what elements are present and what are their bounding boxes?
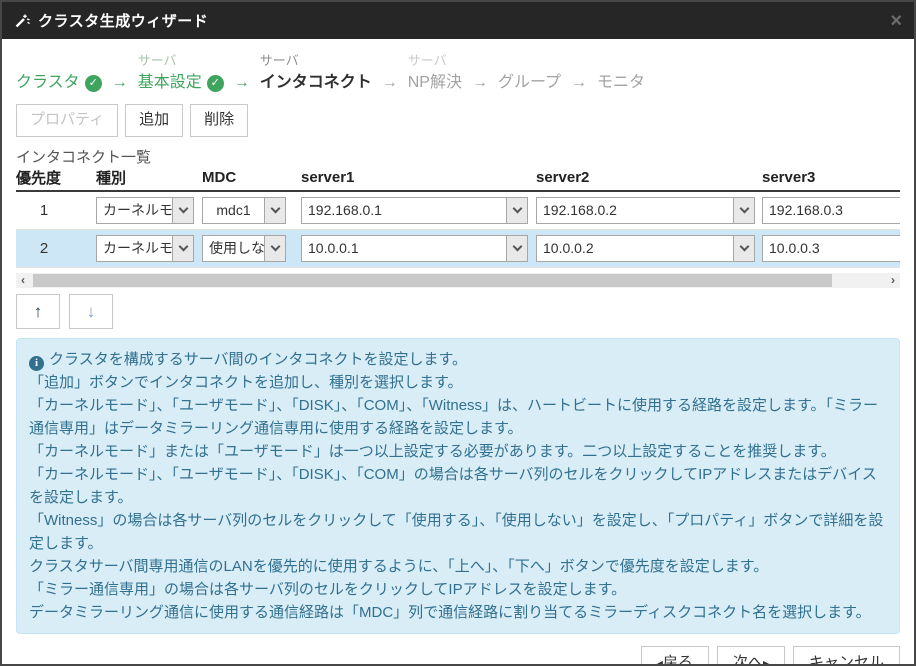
step-group: グループ bbox=[498, 51, 561, 95]
scrollbar-thumb[interactable] bbox=[33, 274, 832, 287]
chevron-down-icon[interactable] bbox=[506, 236, 527, 261]
chevron-down-icon[interactable] bbox=[172, 236, 193, 261]
mdc-select[interactable]: mdc1 bbox=[202, 197, 286, 224]
header-type: 種別 bbox=[96, 167, 194, 188]
info-line: 「追加」ボタンでインタコネクトを追加し、種別を選択します。 bbox=[29, 371, 887, 394]
step-group-label: サーバ bbox=[260, 51, 372, 71]
step-arrow-icon: → bbox=[372, 71, 408, 95]
step-label: NP解決 bbox=[408, 71, 462, 95]
step-arrow-icon: → bbox=[561, 71, 597, 95]
step-label: クラスタ bbox=[16, 71, 80, 95]
step-arrow-icon: → bbox=[102, 71, 138, 95]
interconnect-list-label: インタコネクト一覧 bbox=[16, 146, 900, 166]
reorder-buttons: ↑ ↓ bbox=[16, 294, 900, 329]
down-arrow-icon: ↓ bbox=[87, 302, 96, 321]
server3-select[interactable]: 10.0.0.3 bbox=[762, 235, 900, 262]
wizard-steps: クラスタ ✓ → サーバ 基本設定 ✓ → サーバ インタコネクト → サーバ NP… bbox=[16, 51, 900, 95]
cluster-generation-wizard-dialog: クラスタ生成ウィザード × クラスタ ✓ → サーバ 基本設定 ✓ → サーバ イン… bbox=[0, 0, 916, 666]
step-group-label bbox=[16, 51, 102, 71]
header-mdc: MDC bbox=[202, 169, 286, 186]
step-group-label bbox=[498, 51, 561, 71]
table-row-selected[interactable]: 2 カーネルモード 使用しない 10.0.0.1 10.0.0.2 bbox=[16, 230, 900, 268]
up-arrow-icon: ↑ bbox=[34, 302, 43, 321]
step-label: インタコネクト bbox=[260, 71, 372, 95]
dialog-title: クラスタ生成ウィザード bbox=[38, 10, 208, 31]
delete-button[interactable]: 削除 bbox=[190, 104, 248, 137]
wizard-wand-icon bbox=[14, 13, 30, 29]
step-cluster[interactable]: クラスタ ✓ bbox=[16, 51, 102, 95]
step-interconnect: サーバ インタコネクト bbox=[260, 51, 372, 95]
server1-select[interactable]: 192.168.0.1 bbox=[301, 197, 528, 224]
step-monitor: モニタ bbox=[597, 51, 645, 95]
chevron-down-icon[interactable] bbox=[733, 198, 754, 223]
step-group-label: サーバ bbox=[138, 51, 224, 71]
titlebar: クラスタ生成ウィザード × bbox=[2, 2, 914, 39]
step-label: モニタ bbox=[597, 71, 645, 95]
priority-cell: 2 bbox=[16, 240, 72, 257]
mdc-select[interactable]: 使用しない bbox=[202, 235, 286, 262]
property-button[interactable]: プロパティ bbox=[16, 104, 118, 137]
header-server2: server2 bbox=[536, 169, 755, 186]
server2-select[interactable]: 192.168.0.2 bbox=[536, 197, 755, 224]
chevron-down-icon[interactable] bbox=[733, 236, 754, 261]
step-label: 基本設定 bbox=[138, 71, 202, 95]
step-arrow-icon: → bbox=[462, 71, 498, 95]
cancel-button[interactable]: キャンセル bbox=[793, 646, 900, 666]
type-select[interactable]: カーネルモード bbox=[96, 197, 194, 224]
server2-select[interactable]: 10.0.0.2 bbox=[536, 235, 755, 262]
info-line: クラスタサーバ間専用通信のLANを優先的に使用するように、「上へ」、「下へ」ボタ… bbox=[29, 555, 887, 578]
header-server3: server3 bbox=[762, 169, 900, 186]
check-icon: ✓ bbox=[85, 75, 102, 92]
scroll-right-icon[interactable]: › bbox=[891, 273, 895, 288]
info-box: iクラスタを構成するサーバ間のインタコネクトを設定します。 「追加」ボタンでイン… bbox=[16, 338, 900, 634]
step-np-resolution: サーバ NP解決 bbox=[408, 51, 462, 95]
header-priority: 優先度 bbox=[16, 167, 72, 188]
check-icon: ✓ bbox=[207, 75, 224, 92]
server3-select[interactable]: 192.168.0.3 bbox=[762, 197, 900, 224]
server1-select[interactable]: 10.0.0.1 bbox=[301, 235, 528, 262]
chevron-down-icon[interactable] bbox=[264, 236, 285, 261]
scroll-left-icon[interactable]: ‹ bbox=[21, 273, 25, 288]
step-arrow-icon: → bbox=[224, 71, 260, 95]
horizontal-scrollbar[interactable]: ‹ › bbox=[16, 273, 900, 288]
info-line: 「カーネルモード」または「ユーザモード」は一つ以上設定する必要があります。二つ以… bbox=[29, 440, 887, 463]
move-up-button[interactable]: ↑ bbox=[16, 294, 60, 329]
chevron-down-icon[interactable] bbox=[506, 198, 527, 223]
info-line: 「カーネルモード」、「ユーザモード」、「DISK」、「COM」、「Witness… bbox=[29, 394, 887, 440]
chevron-down-icon[interactable] bbox=[264, 198, 285, 223]
info-line: 「カーネルモード」、「ユーザモード」、「DISK」、「COM」の場合は各サーバ列… bbox=[29, 463, 887, 509]
footer: ◂戻る 次へ▸ キャンセル bbox=[16, 634, 900, 666]
next-arrow-icon: ▸ bbox=[763, 656, 769, 666]
interconnect-table: 優先度 種別 MDC server1 server2 server3 1 カーネ… bbox=[16, 166, 900, 268]
table-row[interactable]: 1 カーネルモード mdc1 192.168.0.1 192.168.0.2 bbox=[16, 192, 900, 230]
toolbar: プロパティ 追加 削除 bbox=[16, 104, 900, 137]
header-server1: server1 bbox=[301, 169, 528, 186]
priority-cell: 1 bbox=[16, 202, 72, 219]
chevron-down-icon[interactable] bbox=[172, 198, 193, 223]
info-line: データミラーリング通信に使用する通信経路は「MDC」列で通信経路に割り当てるミラ… bbox=[29, 601, 887, 624]
dialog-content: クラスタ ✓ → サーバ 基本設定 ✓ → サーバ インタコネクト → サーバ NP… bbox=[2, 39, 914, 666]
step-group-label: サーバ bbox=[408, 51, 462, 71]
type-select[interactable]: カーネルモード bbox=[96, 235, 194, 262]
add-button[interactable]: 追加 bbox=[125, 104, 183, 137]
next-button[interactable]: 次へ▸ bbox=[717, 646, 785, 666]
step-group-label bbox=[597, 51, 645, 71]
step-label: グループ bbox=[498, 71, 561, 95]
info-line: 「ミラー通信専用」の場合は各サーバ列のセルをクリックしてIPアドレスを設定します… bbox=[29, 578, 887, 601]
table-header-row: 優先度 種別 MDC server1 server2 server3 bbox=[16, 166, 900, 192]
move-down-button[interactable]: ↓ bbox=[69, 294, 113, 329]
close-icon[interactable]: × bbox=[890, 11, 902, 31]
info-line: 「Witness」の場合は各サーバ列のセルをクリックして「使用する」、「使用しな… bbox=[29, 509, 887, 555]
info-icon: i bbox=[29, 356, 44, 371]
back-button[interactable]: ◂戻る bbox=[641, 646, 709, 666]
info-line: iクラスタを構成するサーバ間のインタコネクトを設定します。 bbox=[29, 348, 887, 371]
step-basic-settings[interactable]: サーバ 基本設定 ✓ bbox=[138, 51, 224, 95]
